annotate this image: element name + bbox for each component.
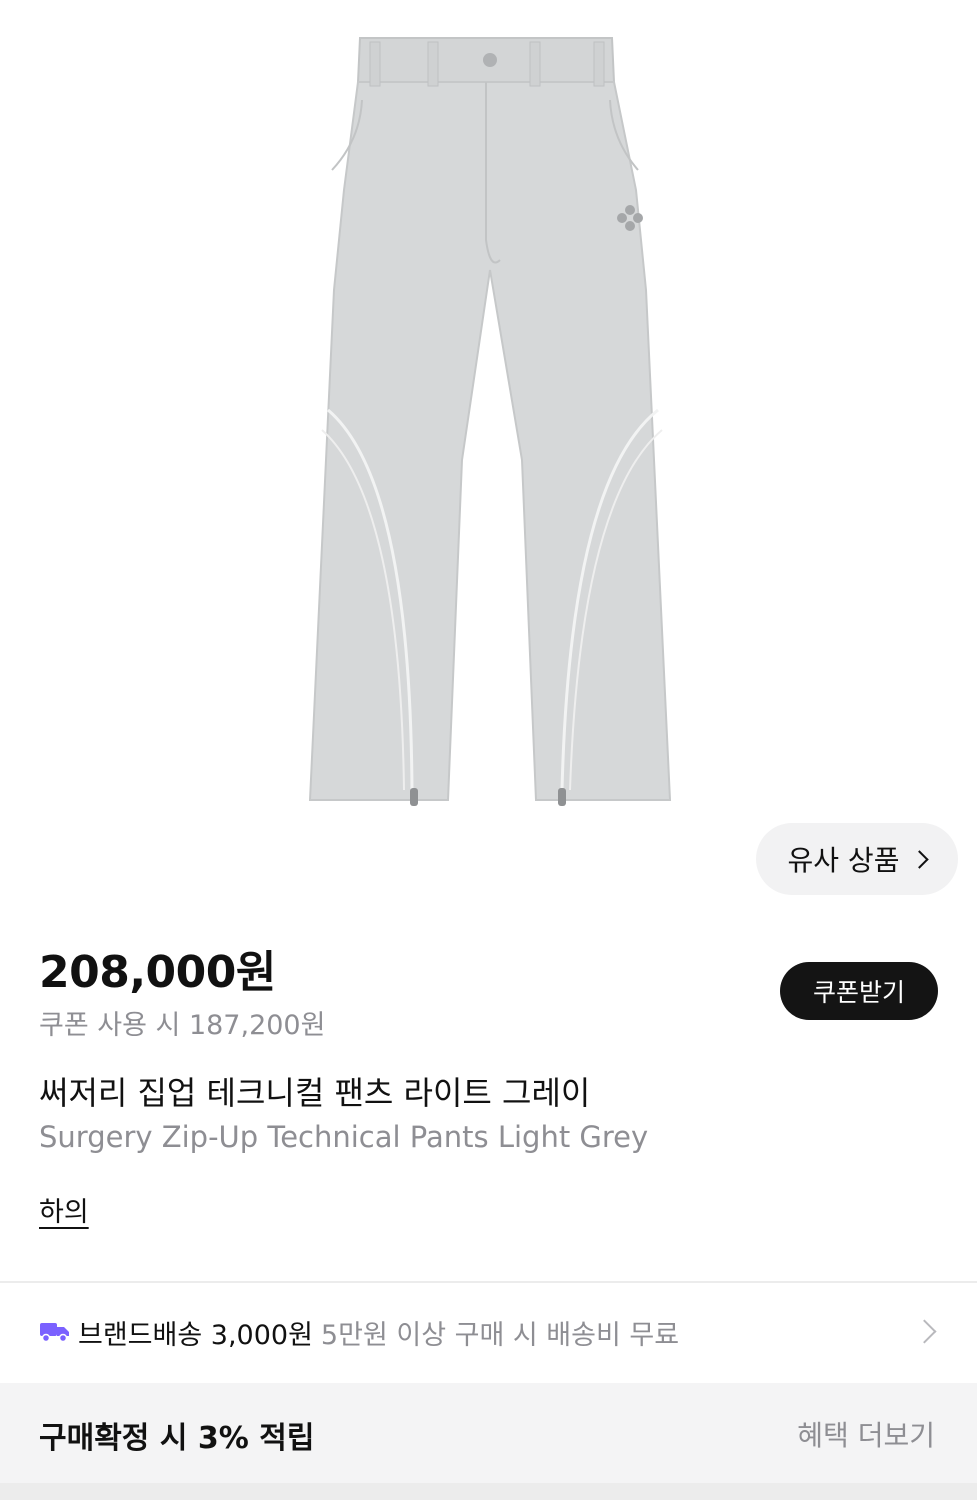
get-coupon-button[interactable]: 쿠폰받기 bbox=[780, 962, 938, 1020]
chevron-right-icon bbox=[912, 1319, 937, 1344]
product-price: 208,000원 bbox=[39, 947, 276, 998]
truck-icon bbox=[40, 1323, 69, 1343]
product-title-ko: 써저리 집업 테크니컬 팬츠 라이트 그레이 bbox=[39, 1074, 591, 1112]
pants-illustration bbox=[308, 37, 672, 806]
product-image[interactable] bbox=[0, 0, 977, 820]
shipping-free-note: 5만원 이상 구매 시 배송비 무료 bbox=[320, 1320, 680, 1351]
benefit-label: 구매확정 시 3% 적립 bbox=[39, 1421, 315, 1456]
coupon-price: 쿠폰 사용 시 187,200원 bbox=[39, 1010, 326, 1041]
benefit-more-link[interactable]: 혜택 더보기 bbox=[797, 1414, 935, 1454]
product-title-en: Surgery Zip-Up Technical Pants Light Gre… bbox=[39, 1120, 649, 1154]
category-link[interactable]: 하의 bbox=[39, 1190, 89, 1229]
similar-products-button[interactable]: 유사 상품 bbox=[756, 823, 958, 895]
similar-products-label: 유사 상품 bbox=[787, 844, 900, 877]
bottom-divider bbox=[0, 1483, 977, 1500]
shipping-fee: 브랜드배송 3,000원 bbox=[78, 1320, 313, 1351]
benefit-row: 구매확정 시 3% 적립 혜택 더보기 bbox=[0, 1383, 977, 1483]
shipping-info-row[interactable]: 브랜드배송 3,000원 5만원 이상 구매 시 배송비 무료 bbox=[0, 1283, 977, 1383]
shipping-label: 브랜드배송 3,000원 5만원 이상 구매 시 배송비 무료 bbox=[78, 1313, 679, 1352]
chevron-right-icon bbox=[910, 849, 930, 869]
